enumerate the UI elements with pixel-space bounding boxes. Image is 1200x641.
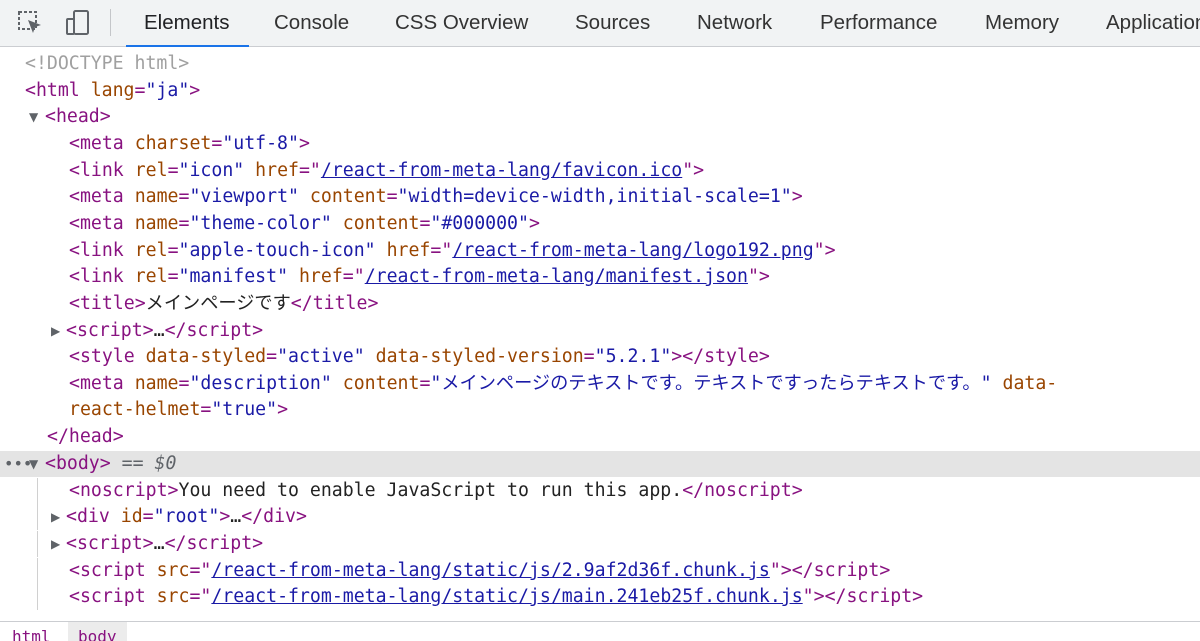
data-styled-value: "active" (277, 346, 365, 367)
tab-performance[interactable]: Performance (820, 0, 937, 46)
tab-memory[interactable]: Memory (985, 0, 1059, 46)
link-rel-value: "manifest" (178, 266, 289, 287)
dom-node-meta-charset[interactable]: <meta charset="utf-8"> (0, 131, 1200, 157)
dom-node-title[interactable]: <title>メインページです</title> (0, 291, 1200, 317)
device-toolbar-icon[interactable] (64, 9, 92, 37)
dom-node-meta-description[interactable]: <meta name="description" content="メインページ… (0, 371, 1200, 397)
react-helmet-value: "true" (211, 399, 278, 420)
favicon-link[interactable]: /react-from-meta-lang/favicon.ico (321, 160, 682, 181)
dom-node-div-root[interactable]: ▶ <div id="root">…</div> (0, 504, 1200, 530)
noscript-text: You need to enable JavaScript to run thi… (178, 480, 683, 501)
tab-css-overview[interactable]: CSS Overview (395, 0, 528, 46)
dom-node-style[interactable]: <style data-styled="active" data-styled-… (0, 344, 1200, 370)
manifest-link[interactable]: /react-from-meta-lang/manifest.json (365, 266, 748, 287)
meta-name-value: "viewport" (189, 186, 299, 207)
dom-node-meta-description-wrap[interactable]: react-helmet="true"> (0, 397, 1200, 423)
expand-arrow-icon[interactable]: ▼ (29, 104, 38, 130)
collapsed-ellipsis: … (153, 320, 165, 341)
div-id-value: "root" (153, 506, 220, 527)
tab-console[interactable]: Console (274, 0, 349, 46)
collapsed-ellipsis: … (153, 533, 165, 554)
toolbar-separator (110, 9, 111, 36)
collapse-arrow-icon[interactable]: ▶ (51, 531, 60, 557)
meta-name-value: "theme-color" (189, 213, 332, 234)
dom-node-link-icon[interactable]: <link rel="icon" href="/react-from-meta-… (0, 158, 1200, 184)
collapse-arrow-icon[interactable]: ▶ (51, 504, 60, 530)
meta-content-value: "#000000" (430, 213, 529, 234)
meta-content-value: "width=device-width,initial-scale=1" (397, 186, 792, 207)
collapsed-ellipsis: … (230, 506, 242, 527)
meta-description-content: "メインページのテキストです。テキストですったらテキストです。" (430, 373, 992, 394)
data-styled-version-value: "5.2.1" (594, 346, 672, 367)
dom-tree: <!DOCTYPE html> <html lang="ja"> ▼ <head… (0, 47, 1200, 621)
dom-node-body[interactable]: ••• ▼ <body> == $0 (0, 451, 1200, 477)
main-script-link[interactable]: /react-from-meta-lang/static/js/main.241… (211, 586, 802, 607)
logo192-link[interactable]: /react-from-meta-lang/logo192.png (452, 240, 813, 261)
chunk-script-link[interactable]: /react-from-meta-lang/static/js/2.9af2d3… (211, 560, 769, 581)
dom-node-head[interactable]: ▼ <head> (0, 104, 1200, 130)
dom-node-script-main[interactable]: <script src="/react-from-meta-lang/stati… (0, 584, 1200, 610)
tab-sources[interactable]: Sources (575, 0, 650, 46)
charset-value: "utf-8" (222, 133, 299, 154)
inspect-element-icon[interactable] (16, 9, 44, 37)
indent-guide (37, 584, 38, 610)
dom-node-head-close[interactable]: </head> (0, 424, 1200, 450)
dom-node-noscript[interactable]: <noscript>You need to enable JavaScript … (0, 478, 1200, 504)
indent-guide (37, 478, 38, 504)
dom-node-script-collapsed[interactable]: ▶ <script>…</script> (0, 531, 1200, 557)
dom-node-meta-theme-color[interactable]: <meta name="theme-color" content="#00000… (0, 211, 1200, 237)
indent-guide (37, 558, 38, 584)
indent-guide (37, 504, 38, 530)
dom-node-meta-viewport[interactable]: <meta name="viewport" content="width=dev… (0, 184, 1200, 210)
dom-node-doctype[interactable]: <!DOCTYPE html> (0, 51, 1200, 77)
dom-node-link-apple-touch-icon[interactable]: <link rel="apple-touch-icon" href="/reac… (0, 238, 1200, 264)
collapse-arrow-icon[interactable]: ▶ (51, 318, 60, 344)
tab-network[interactable]: Network (697, 0, 772, 46)
html-lang-value: "ja" (145, 80, 190, 101)
breadcrumb: html body (0, 621, 1200, 641)
title-text: メインページです (145, 293, 291, 314)
tab-elements[interactable]: Elements (125, 0, 251, 47)
expand-arrow-icon[interactable]: ▼ (29, 451, 38, 477)
link-rel-value: "apple-touch-icon" (178, 240, 376, 261)
meta-name-value: "description" (189, 373, 332, 394)
indent-guide (37, 531, 38, 557)
breadcrumb-html[interactable]: html (2, 622, 61, 641)
dom-node-html[interactable]: <html lang="ja"> (0, 78, 1200, 104)
dom-node-link-manifest[interactable]: <link rel="manifest" href="/react-from-m… (0, 264, 1200, 290)
doctype-text: <!DOCTYPE html> (25, 53, 190, 74)
link-rel-value: "icon" (178, 160, 245, 181)
dom-node-script-collapsed[interactable]: ▶ <script>…</script> (0, 318, 1200, 344)
tab-application[interactable]: Application (1106, 0, 1200, 46)
breadcrumb-body[interactable]: body (68, 622, 127, 641)
dom-node-script-chunk[interactable]: <script src="/react-from-meta-lang/stati… (0, 558, 1200, 584)
devtools-toolbar: Elements Console CSS Overview Sources Ne… (0, 0, 1200, 47)
selected-node-marker: == $0 (121, 453, 177, 474)
